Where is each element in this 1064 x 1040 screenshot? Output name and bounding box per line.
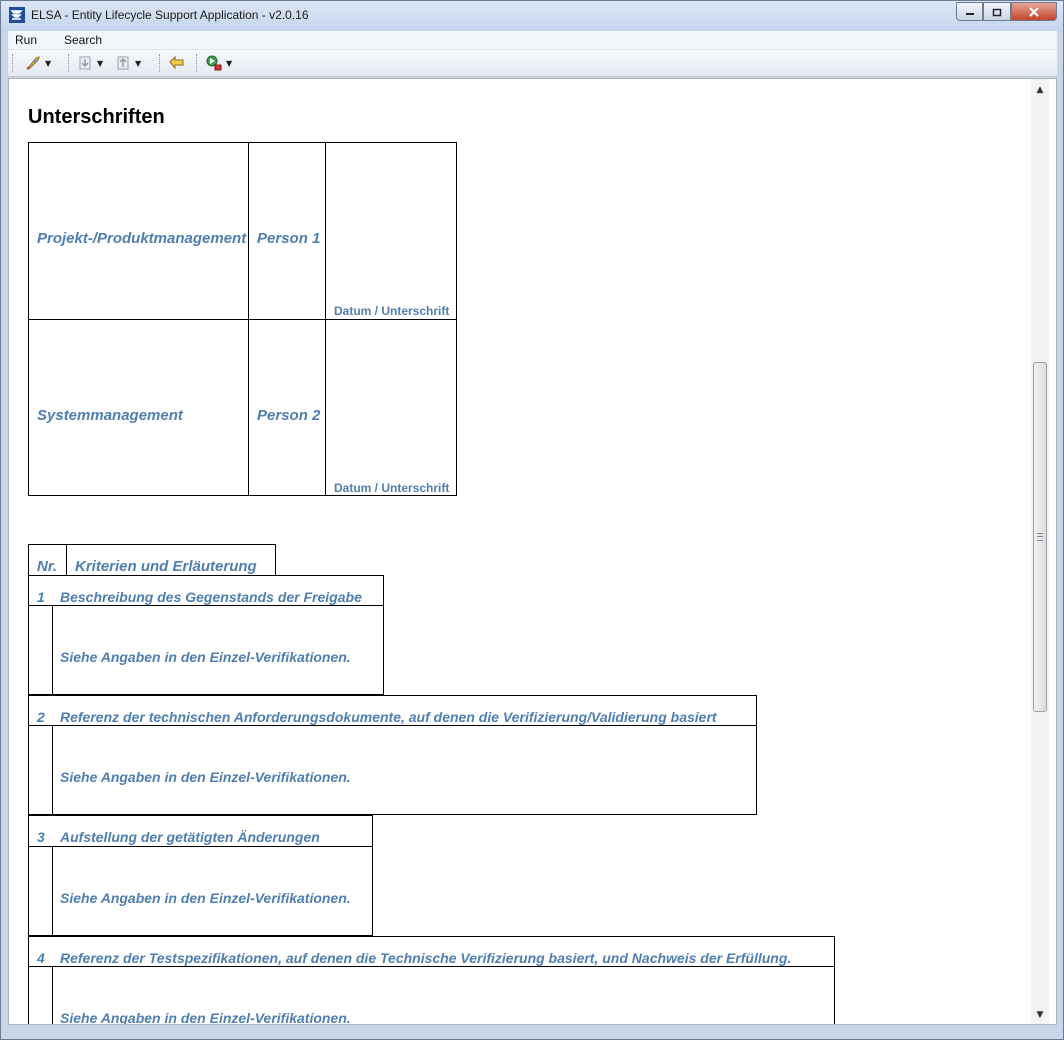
signature-field[interactable]: Datum / Unterschrift (325, 142, 457, 320)
criterion-title-row: 2 Referenz der technischen Anforderungsd… (28, 695, 757, 726)
import-icon (79, 56, 91, 70)
close-button[interactable] (1011, 2, 1057, 21)
signature-field[interactable]: Datum / Unterschrift (325, 319, 457, 496)
vertical-scrollbar[interactable]: ▲ ▼ (1031, 79, 1049, 1024)
criterion-title: Beschreibung des Gegenstands der Freigab… (60, 589, 362, 605)
criterion-body: Siehe Angaben in den Einzel-Verifikation… (52, 725, 757, 815)
toolbar-separator (159, 54, 161, 72)
chevron-down-icon[interactable]: ▼ (97, 59, 103, 68)
rocket-icon (26, 56, 40, 70)
criterion-nr: 3 (37, 829, 45, 845)
maximize-button[interactable] (983, 2, 1011, 21)
criterion-nr: 1 (37, 589, 45, 605)
app-window: ELSA - Entity Lifecycle Support Applicat… (0, 0, 1064, 1040)
criterion-nr-spacer (28, 846, 53, 936)
signature-role-cell: Projekt-/Produktmanagement (28, 142, 249, 320)
signature-role-cell: Systemmanagement (28, 319, 249, 496)
section-heading: Unterschriften (28, 106, 165, 128)
menu-bar: Run Search (8, 31, 1057, 50)
import-button[interactable]: ▼ (78, 54, 103, 72)
signature-person-cell: Person 2 (248, 319, 326, 496)
back-arrow-icon (169, 55, 184, 70)
criteria-header-title-label: Kriterien und Erläuterung (75, 558, 257, 575)
criterion-text: Siehe Angaben in den Einzel-Verifikation… (60, 1010, 351, 1025)
criterion-title-row: 1 Beschreibung des Gegenstands der Freig… (28, 575, 384, 606)
run-search-button[interactable]: ▼ (205, 54, 232, 72)
run-search-icon (206, 55, 222, 71)
criterion-nr: 2 (37, 709, 45, 725)
signature-person-cell: Person 1 (248, 142, 326, 320)
criterion-body: Siehe Angaben in den Einzel-Verifikation… (52, 966, 835, 1025)
back-button[interactable] (168, 54, 186, 72)
window-title: ELSA - Entity Lifecycle Support Applicat… (31, 8, 309, 22)
criterion-text: Siehe Angaben in den Einzel-Verifikation… (60, 649, 351, 665)
signature-label: Datum / Unterschrift (334, 304, 450, 318)
criteria-header-nr-label: Nr. (37, 558, 58, 575)
export-icon (117, 56, 129, 70)
minimize-icon (965, 12, 974, 15)
criterion-title: Referenz der technischen Anforderungsdok… (60, 709, 717, 725)
scroll-down-arrow-icon[interactable]: ▼ (1031, 1006, 1049, 1024)
chevron-down-icon[interactable]: ▼ (135, 59, 141, 68)
scroll-up-arrow-icon[interactable]: ▲ (1031, 81, 1049, 99)
chevron-down-icon[interactable]: ▼ (226, 59, 232, 68)
criterion-nr-spacer (28, 966, 53, 1024)
minimize-button[interactable] (956, 2, 983, 21)
criterion-title: Referenz der Testspezifikationen, auf de… (60, 950, 792, 966)
criterion-text: Siehe Angaben in den Einzel-Verifikation… (60, 769, 351, 785)
menu-search[interactable]: Search (64, 33, 102, 47)
criteria-header-title: Kriterien und Erläuterung (66, 544, 276, 576)
scrollbar-thumb[interactable] (1033, 362, 1047, 712)
document-view: Unterschriften Projekt-/Produktmanagemen… (8, 78, 1057, 1025)
menu-run[interactable]: Run (15, 33, 37, 47)
export-button[interactable]: ▼ (116, 54, 141, 72)
criterion-body: Siehe Angaben in den Einzel-Verifikation… (52, 846, 373, 936)
signature-person: Person 2 (257, 407, 321, 424)
criterion-nr-spacer (28, 605, 53, 695)
signature-label: Datum / Unterschrift (334, 481, 450, 495)
criterion-title-row: 4 Referenz der Testspezifikationen, auf … (28, 936, 835, 967)
criterion-nr: 4 (37, 950, 45, 966)
elsa-app-icon (9, 7, 25, 23)
signature-role: Projekt-/Produktmanagement (37, 230, 247, 247)
toolbar-separator (12, 54, 14, 72)
criterion-nr-spacer (28, 725, 53, 815)
grip-icon (1037, 533, 1043, 541)
signature-role: Systemmanagement (37, 407, 183, 424)
toolbar-separator (68, 54, 70, 72)
launch-button[interactable]: ▼ (24, 54, 51, 72)
title-bar[interactable]: ELSA - Entity Lifecycle Support Applicat… (1, 1, 1063, 31)
restore-icon (992, 8, 1002, 16)
document-page: Unterschriften Projekt-/Produktmanagemen… (9, 79, 1029, 1024)
criterion-title: Aufstellung der getätigten Änderungen (60, 829, 320, 845)
criterion-title-row: 3 Aufstellung der getätigten Änderungen (28, 815, 373, 847)
criterion-body: Siehe Angaben in den Einzel-Verifikation… (52, 605, 384, 695)
close-icon (1029, 6, 1039, 17)
toolbar-separator (196, 54, 198, 72)
toolbar: ▼ ▼ ▼ ▼ (8, 50, 1057, 77)
criterion-text: Siehe Angaben in den Einzel-Verifikation… (60, 890, 351, 906)
criteria-header-nr: Nr. (28, 544, 67, 576)
signature-person: Person 1 (257, 230, 321, 247)
chevron-down-icon[interactable]: ▼ (45, 59, 51, 68)
